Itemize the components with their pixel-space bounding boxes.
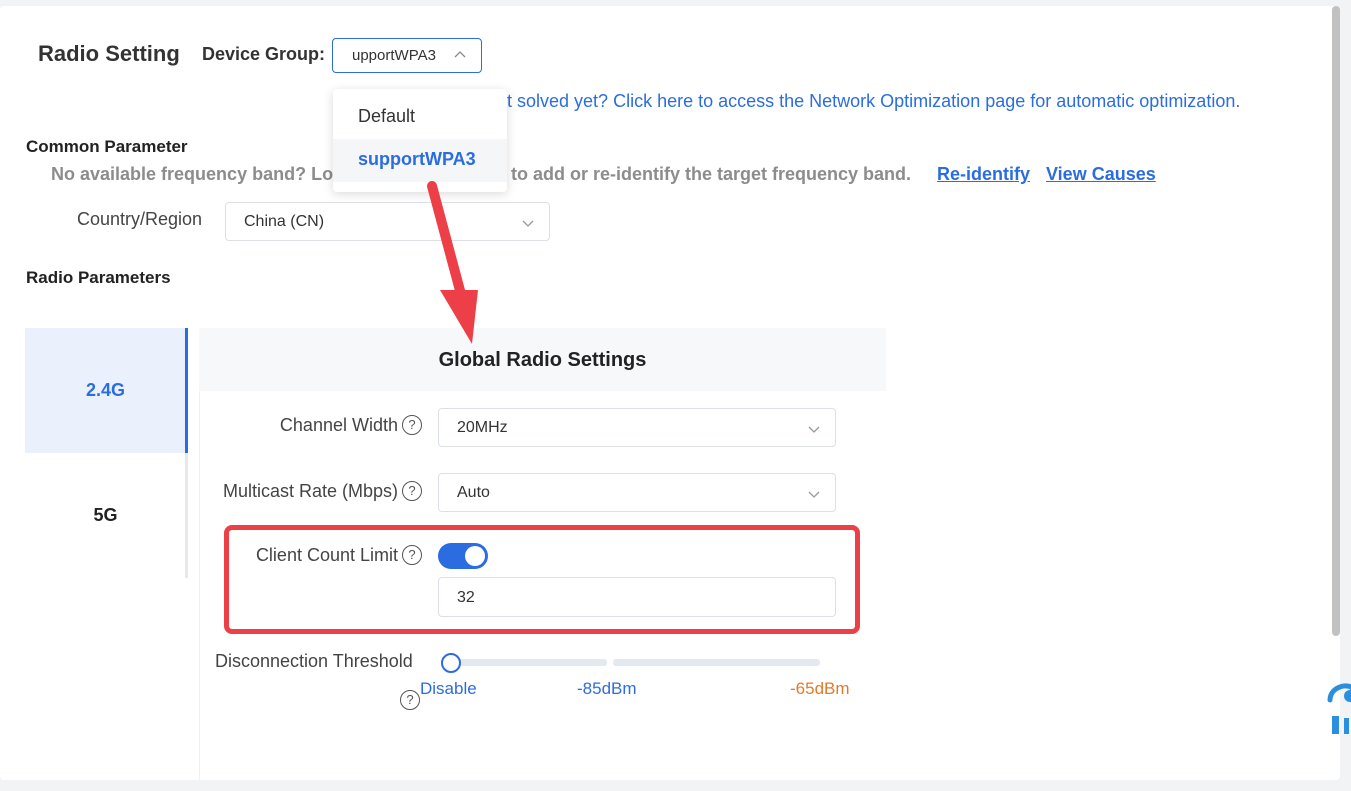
global-radio-settings-title: Global Radio Settings xyxy=(199,328,886,391)
device-group-value: upportWPA3 xyxy=(352,47,436,64)
channel-width-select[interactable]: 20MHz xyxy=(438,408,836,447)
tab-2-4g-label: 2.4G xyxy=(85,380,126,400)
highlight-box xyxy=(224,525,860,634)
dropdown-option-supportwpa3[interactable]: supportWPA3 xyxy=(333,139,507,182)
common-parameter-title: Common Parameter xyxy=(26,137,188,156)
slider-mark-disable: Disable xyxy=(420,679,477,698)
multicast-rate-select[interactable]: Auto xyxy=(438,473,836,512)
slider-track[interactable] xyxy=(613,659,820,666)
tab-5g-label: 5G xyxy=(93,505,118,525)
disconnection-threshold-label: Disconnection Threshold xyxy=(215,651,413,671)
no-band-text: No available frequency band? Lo xyxy=(51,164,334,184)
tab-2-4g[interactable]: 2.4G xyxy=(25,328,186,453)
view-causes-link[interactable]: View Causes xyxy=(1046,164,1156,185)
question-circle-icon[interactable]: ? xyxy=(402,481,422,501)
page-title: Radio Setting xyxy=(38,41,180,66)
slider-track[interactable] xyxy=(450,659,607,666)
country-region-select[interactable]: China (CN) xyxy=(225,202,550,241)
dropdown-option-default[interactable]: Default xyxy=(333,96,507,139)
channel-width-label: Channel Width? xyxy=(280,415,422,436)
country-region-value: China (CN) xyxy=(244,213,325,230)
multicast-rate-value: Auto xyxy=(457,484,490,501)
chevron-up-icon xyxy=(454,51,466,58)
ai-assistant-icon[interactable] xyxy=(1324,676,1351,736)
question-circle-icon[interactable]: ? xyxy=(400,690,420,710)
device-group-dropdown: Default supportWPA3 xyxy=(333,89,507,192)
no-band-text-cont: to add or re-identify the target frequen… xyxy=(511,164,912,184)
country-region-label: Country/Region xyxy=(77,209,203,229)
question-circle-icon[interactable]: ? xyxy=(402,415,422,435)
chevron-down-icon xyxy=(808,426,820,433)
radio-parameters-title: Radio Parameters xyxy=(26,268,171,287)
tab-5g[interactable]: 5G xyxy=(25,453,186,578)
slider-mark-65dbm: -65dBm xyxy=(790,679,850,698)
reidentify-link[interactable]: Re-identify xyxy=(937,164,1030,185)
channel-width-value: 20MHz xyxy=(457,419,508,436)
network-optimization-link[interactable]: ot solved yet? Click here to access the … xyxy=(497,91,1240,112)
chevron-down-icon xyxy=(522,220,534,227)
annotation-arrow xyxy=(427,181,478,344)
scrollbar[interactable] xyxy=(1332,6,1340,636)
disconnection-help: ? xyxy=(400,690,420,711)
device-group-select[interactable]: upportWPA3 xyxy=(332,38,482,73)
tab-divider xyxy=(185,453,188,578)
multicast-rate-label: Multicast Rate (Mbps)? xyxy=(223,481,422,502)
slider-thumb[interactable] xyxy=(441,653,461,673)
device-group-label: Device Group: xyxy=(202,44,326,64)
slider-mark-85dbm: -85dBm xyxy=(577,679,637,698)
tab-active-indicator xyxy=(185,328,188,453)
chevron-down-icon xyxy=(808,491,820,498)
